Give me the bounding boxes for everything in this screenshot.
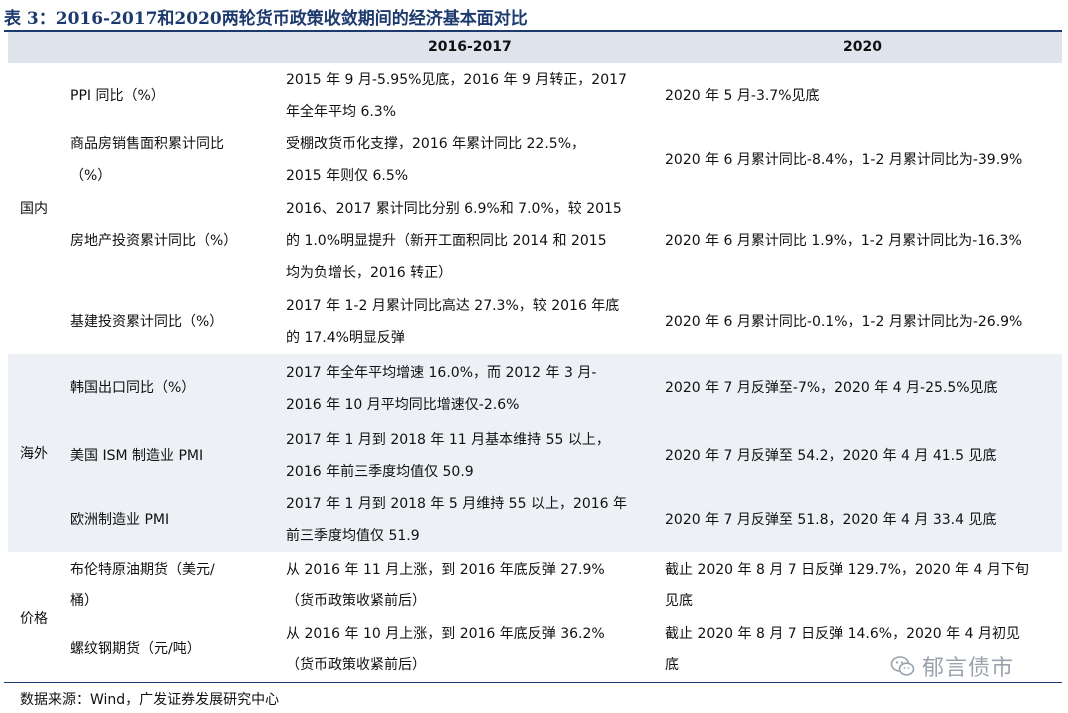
indicator-label: 布伦特原油期货（美元/ — [70, 562, 215, 578]
cell-2016-2017: （货币政策收紧前后） — [286, 657, 426, 673]
cell-2016-2017: 从 2016 年 10 月上涨，到 2016 年底反弹 36.2% — [286, 626, 605, 642]
cell-2020: 2020 年 7 月反弹至 54.2，2020 年 4 月 41.5 见底 — [665, 448, 997, 464]
indicator-label: （%） — [70, 168, 112, 184]
category-price: 价格 — [20, 611, 48, 627]
cell-2020: 截止 2020 年 8 月 7 日反弹 129.7%，2020 年 4 月下旬 — [665, 562, 1029, 578]
cell-2016-2017: 前三季度均值仅 51.9 — [286, 528, 420, 544]
cell-2020: 2020 年 7 月反弹至 51.8，2020 年 4 月 33.4 见底 — [665, 512, 997, 528]
indicator-label: 韩国出口同比（%） — [70, 380, 196, 396]
category-overseas: 海外 — [20, 446, 48, 462]
cell-2020: 2020 年 7 月反弹至-7%，2020 年 4 月-25.5%见底 — [665, 380, 998, 396]
cell-2020: 见底 — [665, 593, 693, 609]
indicator-label: 房地产投资累计同比（%） — [70, 233, 238, 249]
header-2016-2017: 2016-2017 — [428, 39, 512, 55]
cell-2020: 底 — [665, 657, 679, 673]
indicator-label: 商品房销售面积累计同比 — [70, 136, 224, 152]
indicator-label: 美国 ISM 制造业 PMI — [70, 448, 204, 464]
cell-2016-2017: 2015 年 9 月-5.95%见底，2016 年 9 月转正，2017 — [286, 72, 627, 88]
cell-2016-2017: 2017 年全年平均增速 16.0%，而 2012 年 3 月- — [286, 365, 597, 381]
cell-2016-2017: 2016 年前三季度均值仅 50.9 — [286, 464, 474, 480]
cell-2016-2017: 2016 年 10 月平均同比增速仅-2.6% — [286, 397, 520, 413]
cell-2016-2017: 的 1.0%明显提升（新开工面积同比 2014 和 2015 — [286, 233, 607, 249]
cell-2016-2017: 2015 年则仅 6.5% — [286, 168, 409, 184]
cell-2020: 2020 年 6 月累计同比-8.4%，1-2 月累计同比为-39.9% — [665, 152, 1023, 168]
watermark: 郁言债市 — [890, 650, 1014, 682]
cell-2020: 2020 年 5 月-3.7%见底 — [665, 88, 820, 104]
indicator-label: 欧洲制造业 PMI — [70, 512, 170, 528]
cell-2016-2017: （货币政策收紧前后） — [286, 593, 426, 609]
indicator-label: 桶） — [70, 593, 98, 609]
cell-2016-2017: 年全年平均 6.3% — [286, 104, 397, 120]
cell-2020: 2020 年 6 月累计同比 1.9%，1-2 月累计同比为-16.3% — [665, 233, 1022, 249]
indicator-label: 基建投资累计同比（%） — [70, 314, 224, 330]
indicator-label: PPI 同比（%） — [70, 88, 165, 104]
cell-2016-2017: 2017 年 1 月到 2018 年 11 月基本维持 55 以上， — [286, 432, 610, 448]
wechat-icon — [890, 656, 915, 676]
table-header: 2016-2017 2020 — [8, 32, 1062, 63]
cell-2020: 2020 年 6 月累计同比-0.1%，1-2 月累计同比为-26.9% — [665, 314, 1023, 330]
source-note: 数据来源：Wind，广发证券发展研究中心 — [20, 692, 280, 708]
cell-2016-2017: 的 17.4%明显反弹 — [286, 330, 405, 346]
cell-2016-2017: 从 2016 年 11 月上涨，到 2016 年底反弹 27.9% — [286, 562, 605, 578]
category-domestic: 国内 — [20, 201, 48, 217]
cell-2016-2017: 2017 年 1-2 月累计同比高达 27.3%，较 2016 年底 — [286, 298, 620, 314]
table-title: 表 3：2016-2017和2020两轮货币政策收敛期间的经济基本面对比 — [4, 9, 528, 29]
cell-2016-2017: 2017 年 1 月到 2018 年 5 月维持 55 以上，2016 年 — [286, 496, 628, 512]
indicator-label: 螺纹钢期货（元/吨） — [70, 641, 201, 657]
cell-2020: 截止 2020 年 8 月 7 日反弹 14.6%，2020 年 4 月初见 — [665, 626, 1020, 642]
cell-2016-2017: 2016、2017 累计同比分别 6.9%和 7.0%，较 2015 — [286, 201, 622, 217]
watermark-text: 郁言债市 — [922, 656, 1015, 681]
bottom-rule — [4, 682, 1062, 683]
header-2020: 2020 — [843, 39, 882, 55]
cell-2016-2017: 受棚改货币化支撑，2016 年累计同比 22.5%， — [286, 136, 586, 152]
cell-2016-2017: 均为负增长，2016 转正） — [286, 265, 453, 281]
